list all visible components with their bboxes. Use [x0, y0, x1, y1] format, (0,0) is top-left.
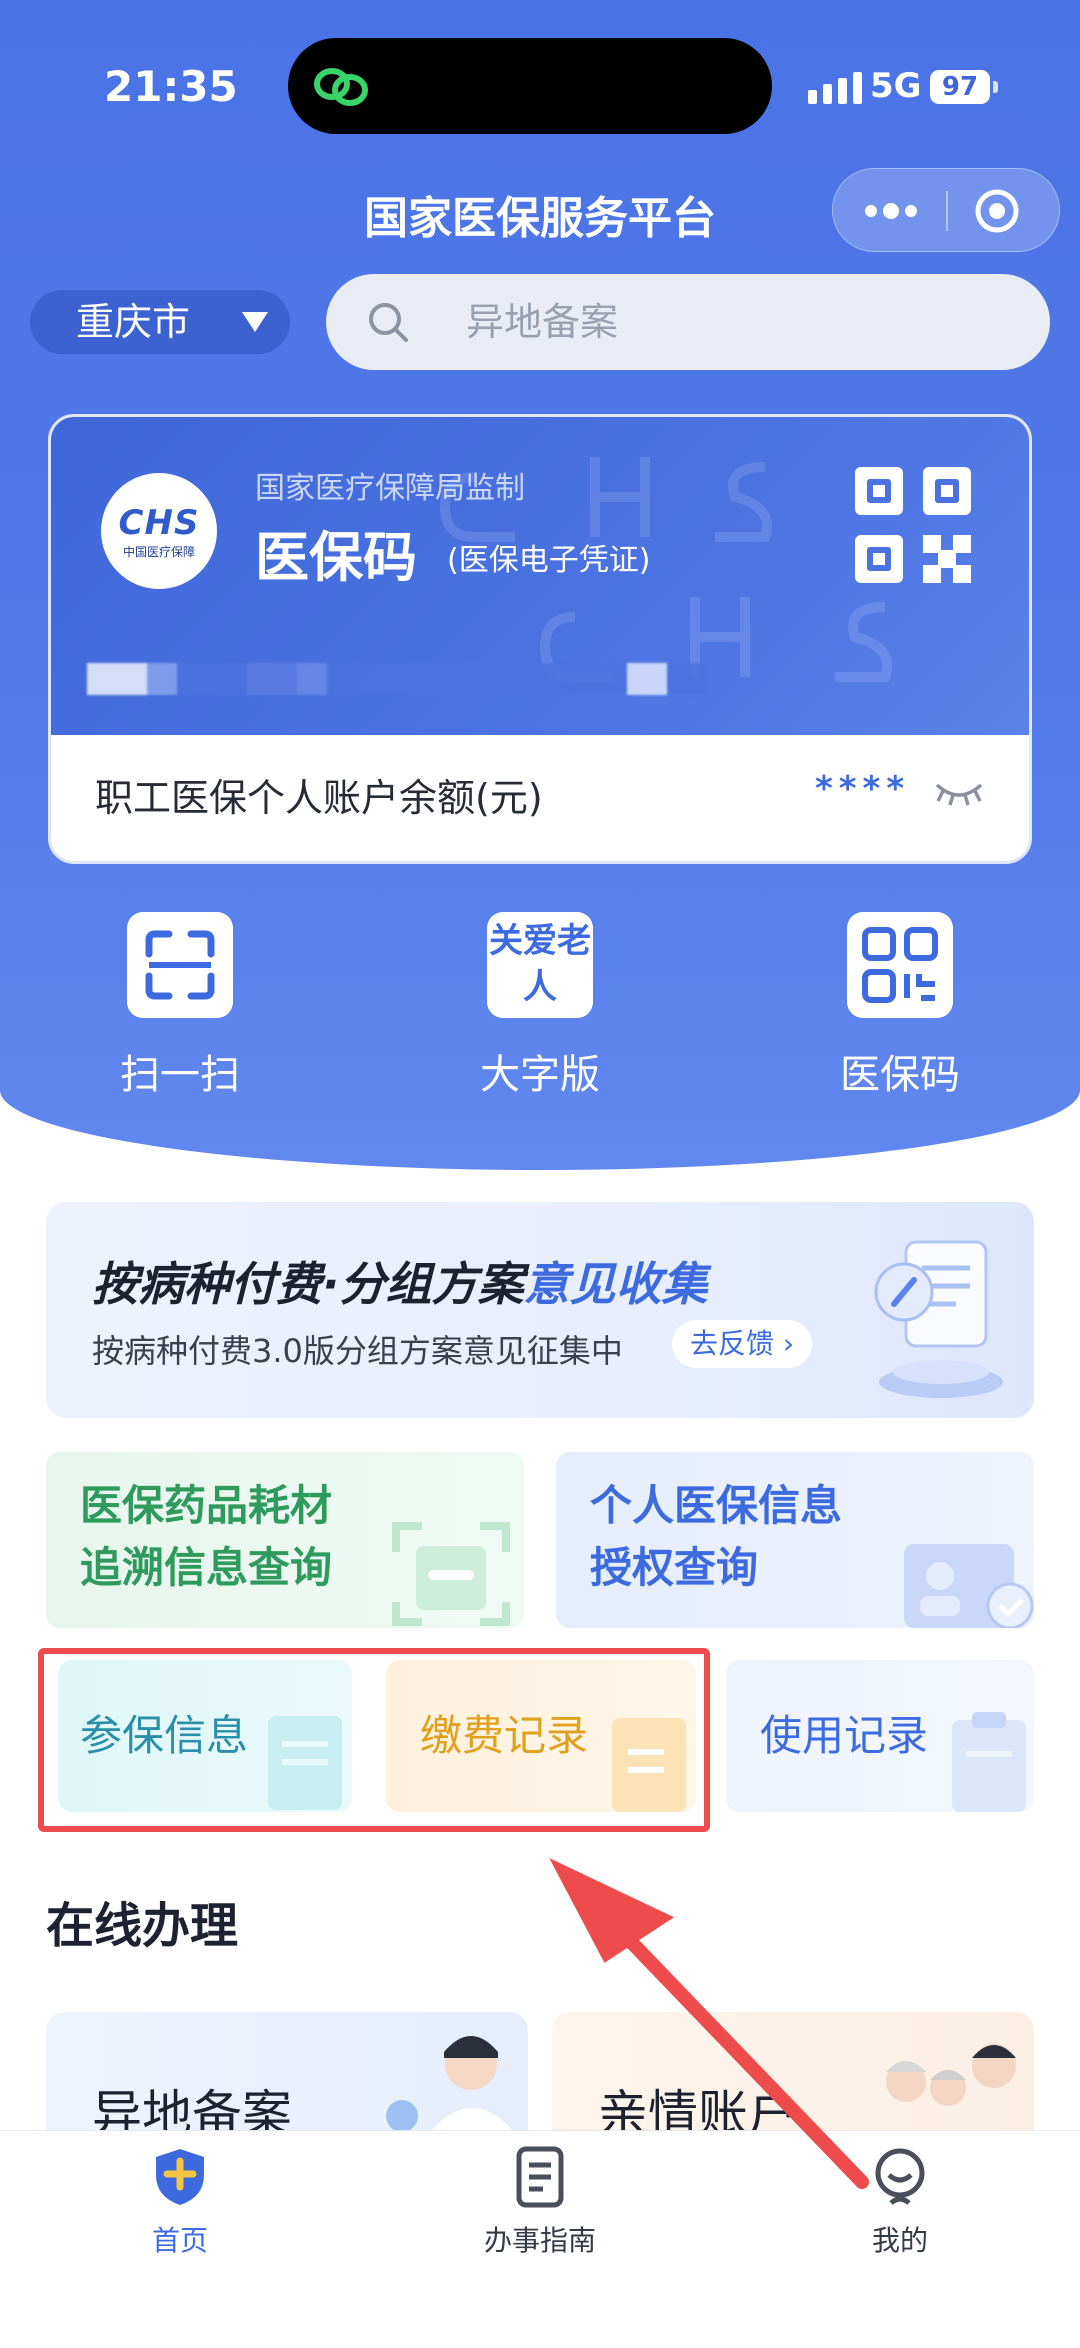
chs-logo: CHS 中国医疗保障 [101, 473, 217, 589]
search-icon [369, 303, 408, 342]
drug-trace-query-tile[interactable]: 医保药品耗材 追溯信息查询 [46, 1452, 524, 1628]
network-type: 5G [870, 66, 922, 106]
banner-title: 按病种付费·分组方案意见收集 [92, 1257, 708, 1311]
miniprogram-capsule [832, 168, 1060, 252]
feedback-banner[interactable]: 按病种付费·分组方案意见收集 按病种付费3.0版分组方案意见征集中 去反馈 › [46, 1202, 1034, 1418]
tab-home[interactable]: 首页 [80, 2145, 280, 2259]
elder-care-icon: 关爱老人 [487, 912, 593, 1018]
quick-action-label: 扫一扫 [120, 1052, 240, 1098]
more-icon[interactable] [863, 199, 919, 223]
card-subtitle: (医保电子凭证) [447, 543, 651, 578]
signal-icon [808, 72, 862, 104]
tile-label-line: 医保药品耗材 [80, 1481, 333, 1530]
search-bar[interactable] [326, 274, 1050, 370]
section-title-online: 在线办理 [46, 1898, 239, 1954]
highlight-box [38, 1648, 710, 1832]
battery-level: 97 [930, 70, 990, 104]
status-bar: 21:35 5G 97 [0, 0, 1080, 170]
scan-box-icon [392, 1522, 510, 1626]
city-label: 重庆市 [76, 300, 191, 344]
document-icon [516, 2146, 564, 2208]
close-target-icon[interactable] [973, 187, 1021, 235]
id-card-check-icon [904, 1544, 1034, 1628]
personal-info-auth-tile[interactable]: 个人医保信息 授权查询 [556, 1452, 1034, 1628]
status-time: 21:35 [104, 62, 238, 111]
chs-logo-subtext: 中国医疗保障 [122, 545, 195, 559]
search-input[interactable] [466, 274, 1006, 370]
link-icon [314, 68, 368, 106]
caret-down-icon [242, 312, 268, 332]
quick-action-insurance-code[interactable]: 医保码 [800, 912, 1000, 1100]
tab-label: 办事指南 [483, 2224, 596, 2257]
city-selector[interactable]: 重庆市 [30, 290, 290, 354]
tab-label: 首页 [151, 2224, 208, 2257]
clipboard-icon [952, 1712, 1026, 1812]
quick-action-label: 大字版 [480, 1052, 600, 1098]
card-header: CHS 中国医疗保障 国家医疗保障局监制 医保码 (医保电子凭证) [51, 417, 1029, 735]
tile-label-line: 追溯信息查询 [80, 1543, 333, 1592]
usage-records-tile[interactable]: 使用记录 [726, 1660, 1034, 1812]
profile-icon [875, 2148, 925, 2205]
bottom-tab-bar: 首页 办事指南 我的 [0, 2130, 1080, 2348]
balance-value: **** [815, 769, 911, 809]
eye-closed-icon[interactable] [935, 779, 983, 807]
quick-action-scan[interactable]: 扫一扫 [80, 912, 280, 1100]
capsule-divider [946, 191, 948, 231]
banner-subtitle: 按病种付费3.0版分组方案意见征集中 [92, 1332, 623, 1370]
masked-card-number [87, 663, 707, 695]
balance-label: 职工医保个人账户余额(元) [95, 776, 543, 820]
tile-label-line: 个人医保信息 [590, 1481, 843, 1530]
battery-icon [993, 81, 998, 93]
chs-logo-text: CHS [118, 503, 200, 543]
scan-icon [127, 912, 233, 1018]
quick-action-label: 医保码 [840, 1052, 960, 1098]
qr-code-icon[interactable] [855, 467, 971, 583]
tab-label: 我的 [871, 2224, 928, 2257]
card-supervisor: 国家医疗保障局监制 [255, 471, 525, 506]
quick-action-large-font[interactable]: 关爱老人 大字版 [440, 912, 640, 1100]
card-title: 医保码 [255, 526, 417, 589]
tile-label: 使用记录 [760, 1711, 929, 1760]
home-shield-icon [156, 2149, 204, 2205]
elder-care-icon-text: 关爱老人 [489, 921, 591, 1007]
qr-code-icon [847, 912, 953, 1018]
feedback-button[interactable]: 去反馈 › [672, 1320, 813, 1368]
tab-guide[interactable]: 办事指南 [440, 2145, 640, 2259]
medical-insurance-card[interactable]: CHS 中国医疗保障 国家医疗保障局监制 医保码 (医保电子凭证) 职工医保个人… [48, 414, 1032, 864]
tab-profile[interactable]: 我的 [800, 2145, 1000, 2259]
document-pen-illustration [874, 1240, 1003, 1398]
tile-label-line: 授权查询 [590, 1543, 759, 1592]
